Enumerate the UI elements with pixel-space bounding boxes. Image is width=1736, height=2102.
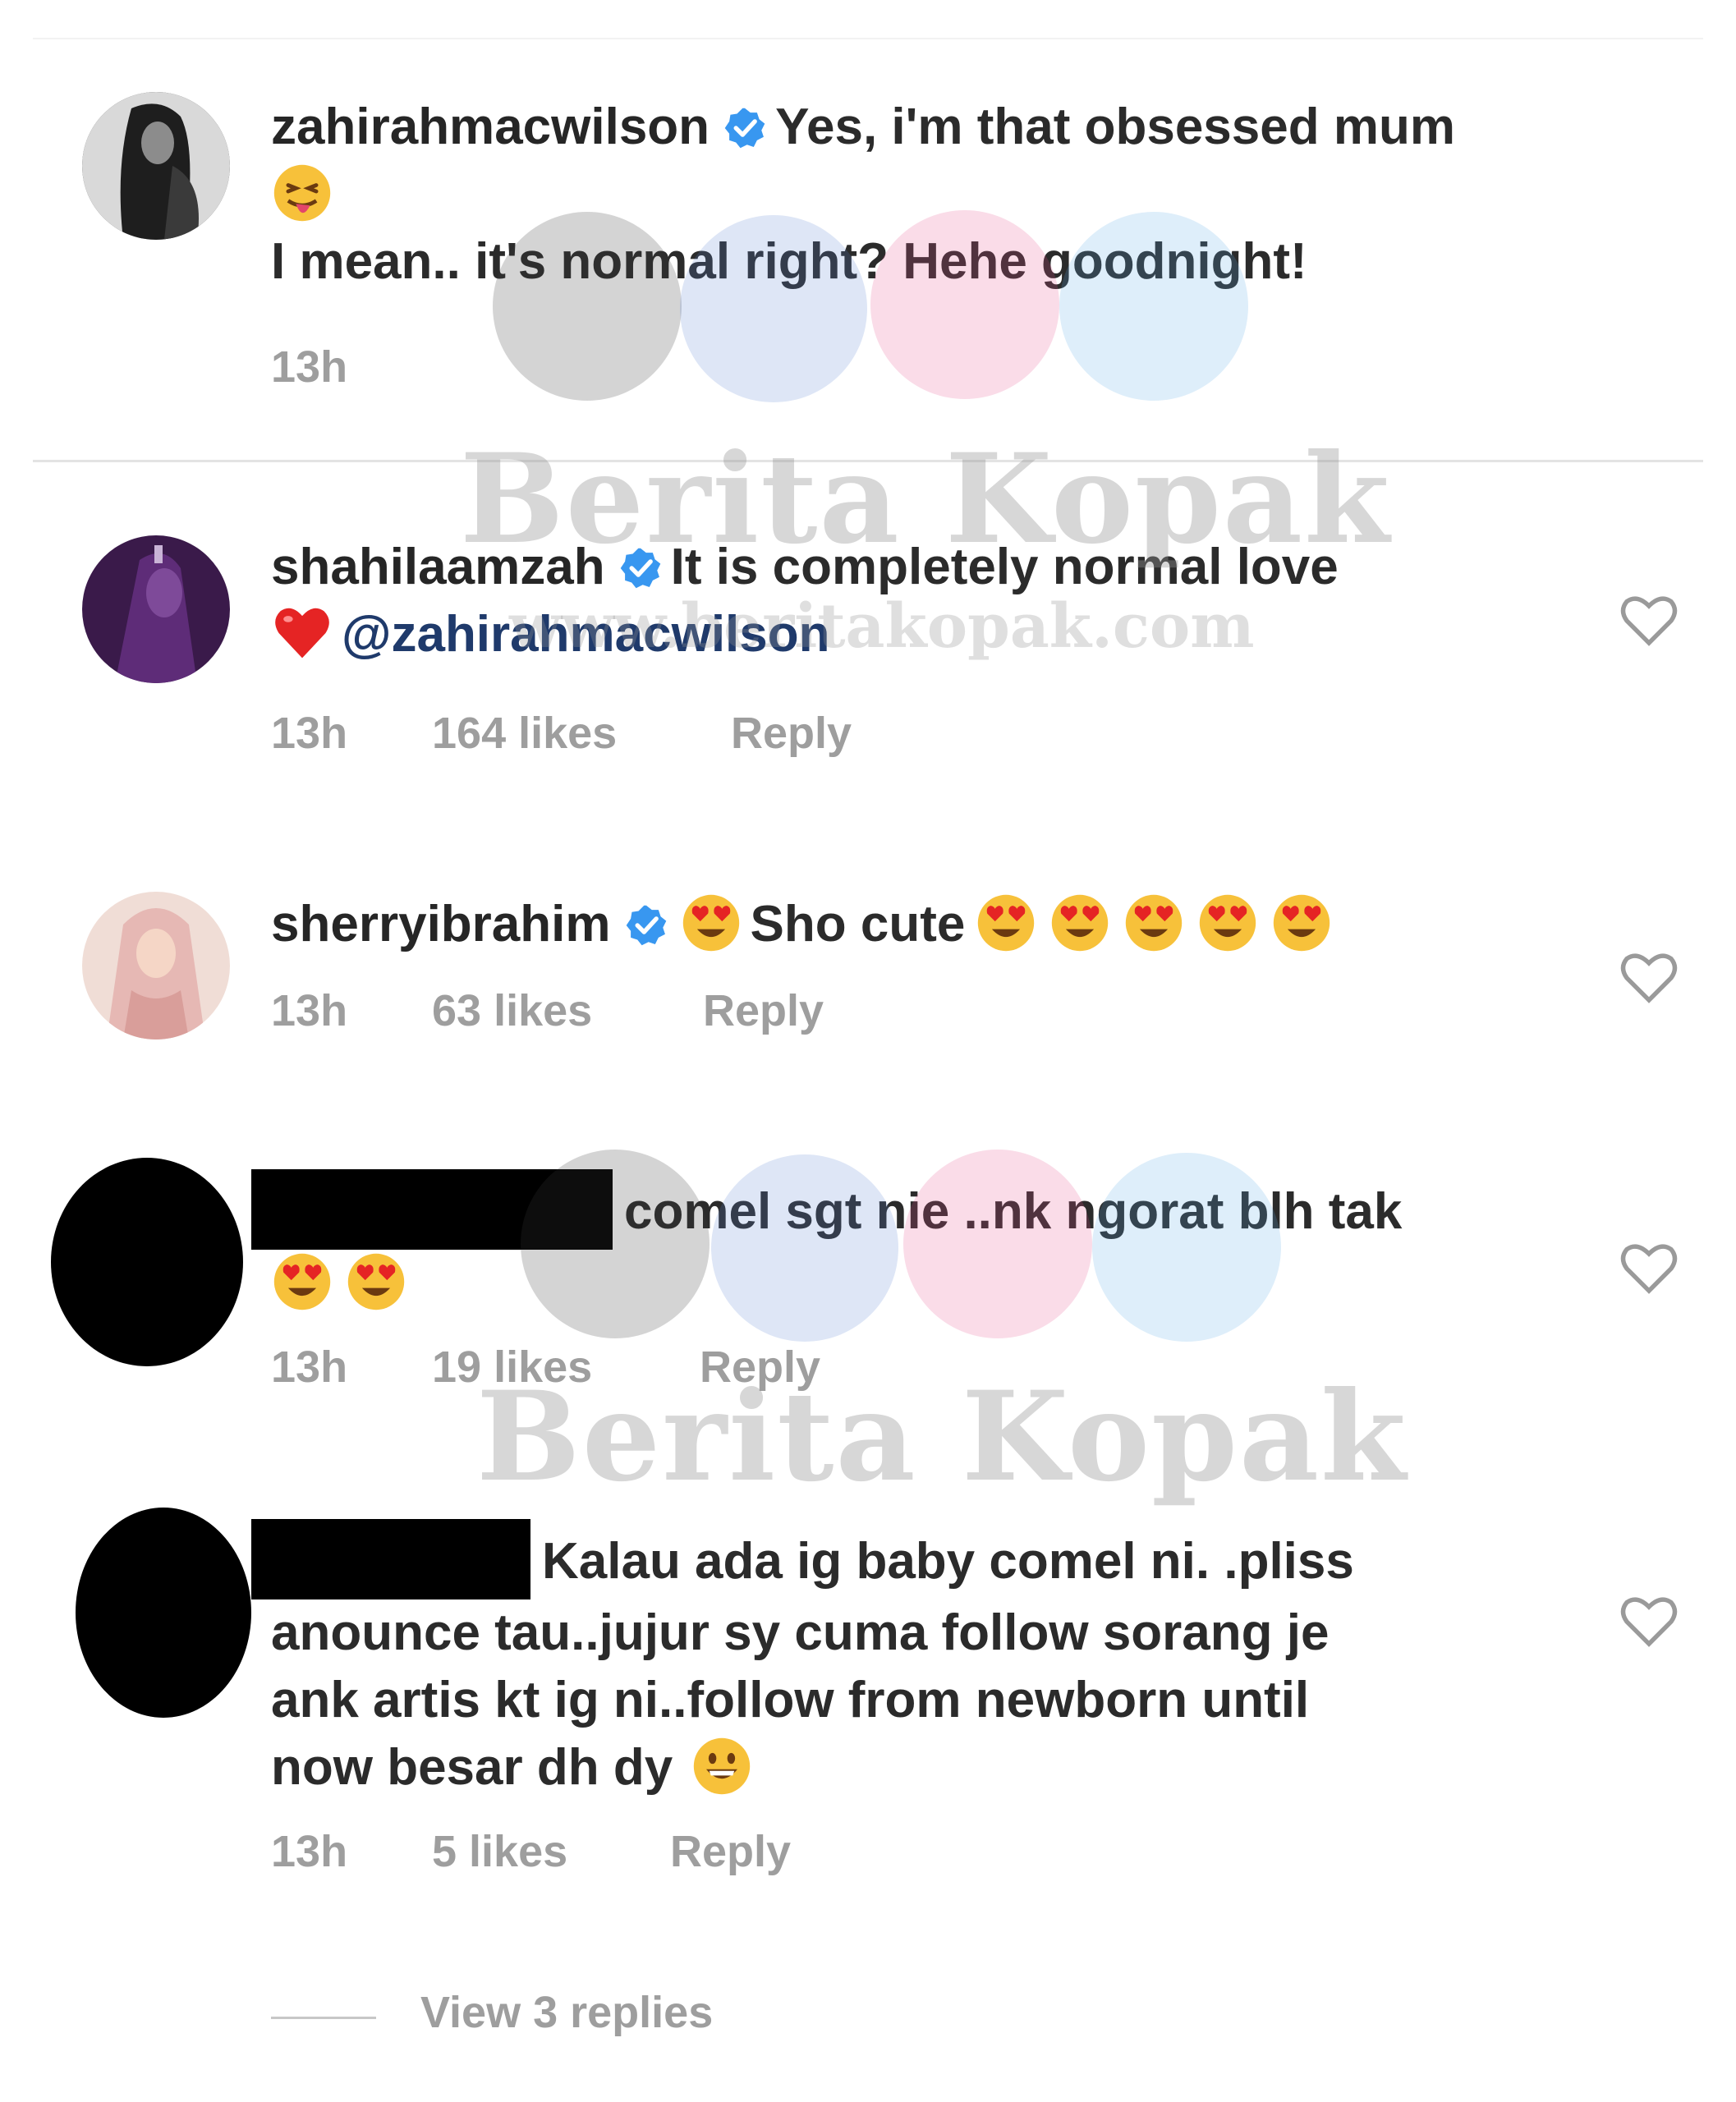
- timestamp: 13h: [271, 1342, 348, 1392]
- watermark-name: Berita Kopak: [476, 1365, 1408, 1509]
- comment-text-line-2: anounce tau..jujur sy cuma follow sorang…: [271, 1604, 1330, 1661]
- reply-button[interactable]: Reply: [731, 708, 852, 759]
- timestamp: 13h: [271, 986, 348, 1035]
- comment-text: Yes, i'm that obsessed mum: [775, 99, 1455, 155]
- likes-count[interactable]: 164 likes: [432, 708, 617, 759]
- replies-line: [271, 2017, 376, 2019]
- heart-eyes-emoji-icon: [347, 1253, 405, 1310]
- reply-button[interactable]: Reply: [700, 1342, 820, 1393]
- comment-text-line-3: ank artis kt ig ni..follow from newborn …: [271, 1672, 1310, 1728]
- username[interactable]: shahilaamzah: [271, 539, 605, 595]
- heart-eyes-emoji-icon: [1126, 894, 1183, 952]
- reply-button[interactable]: Reply: [703, 985, 824, 1036]
- view-replies-label[interactable]: View 3 replies: [420, 1987, 713, 2038]
- username[interactable]: zahirahmacwilson: [271, 99, 710, 155]
- comment-body: zahirahmacwilson Yes, i'm that obsessed m…: [271, 94, 1634, 296]
- verified-badge-icon: [620, 548, 660, 589]
- heart-eyes-emoji-icon: [1274, 894, 1330, 952]
- redacted-avatar: [51, 1158, 243, 1366]
- tongue-face-emoji-icon: [273, 164, 331, 222]
- heart-eyes-emoji-icon: [1052, 894, 1109, 952]
- grinning-face-emoji-icon: [694, 1737, 751, 1795]
- comment-text: Sho cute: [750, 896, 966, 952]
- heart-icon[interactable]: [1619, 1595, 1679, 1649]
- username[interactable]: sherryibrahim: [271, 896, 611, 952]
- timestamp: 13h: [271, 709, 348, 758]
- divider: [33, 460, 1703, 462]
- heart-icon[interactable]: [1619, 594, 1679, 648]
- heart-eyes-emoji-icon: [1200, 894, 1256, 952]
- comment-body: shahilaamzah It is completely normal love…: [271, 534, 1634, 668]
- verified-badge-icon: [626, 905, 666, 946]
- likes-count[interactable]: 19 likes: [432, 1342, 592, 1393]
- comment-text: Kalau ada ig baby comel ni. .pliss: [542, 1533, 1354, 1590]
- timestamp: 13h: [271, 1827, 348, 1876]
- comment-text: It is completely normal love: [670, 539, 1339, 595]
- redacted-avatar: [76, 1508, 251, 1718]
- heart-icon[interactable]: [1619, 951, 1679, 1005]
- reply-button[interactable]: Reply: [670, 1826, 791, 1877]
- avatar[interactable]: [82, 535, 230, 683]
- avatar[interactable]: [82, 92, 230, 240]
- comment-body: comel sgt nie ..nk ngorat blh tak: [251, 1169, 1614, 1317]
- likes-count[interactable]: 5 likes: [432, 1826, 567, 1877]
- mention-link[interactable]: @zahirahmacwilson: [342, 606, 830, 663]
- comment-body: sherryibrahim Sho cute: [271, 891, 1634, 958]
- heart-eyes-emoji-icon: [273, 1253, 331, 1310]
- heart-eyes-emoji-icon: [682, 894, 739, 952]
- red-heart-emoji-icon: [275, 608, 329, 659]
- comment-text-line-4: now besar dh dy: [271, 1739, 673, 1796]
- redacted-username: [251, 1519, 530, 1599]
- avatar[interactable]: [82, 892, 230, 1040]
- top-divider: [33, 38, 1703, 39]
- verified-badge-icon: [724, 108, 765, 149]
- timestamp: 13h: [271, 342, 348, 392]
- comment-text-line-2: I mean.. it's normal right? Hehe goodnig…: [271, 233, 1307, 290]
- comment-text: comel sgt nie ..nk ngorat blh tak: [624, 1183, 1403, 1240]
- likes-count[interactable]: 63 likes: [432, 985, 592, 1036]
- heart-eyes-emoji-icon: [978, 894, 1035, 952]
- heart-icon[interactable]: [1619, 1241, 1679, 1296]
- redacted-username: [251, 1169, 613, 1250]
- comment-body: Kalau ada ig baby comel ni. .pliss anoun…: [251, 1519, 1614, 1801]
